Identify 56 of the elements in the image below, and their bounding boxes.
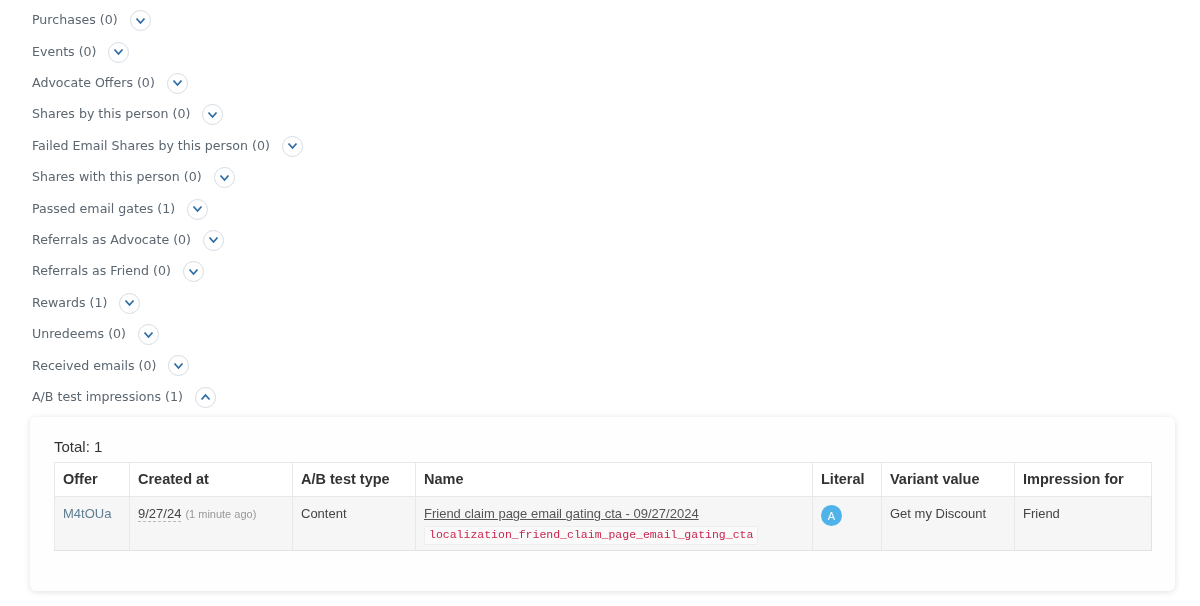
expand-toggle[interactable]: [213, 167, 235, 189]
created-date: 9/27/24: [138, 506, 182, 523]
expand-toggle[interactable]: [129, 10, 151, 32]
chevron-down-icon: [171, 79, 183, 88]
chevron-down-icon: [286, 142, 298, 151]
chevron-down-icon: [113, 48, 125, 57]
expand-toggle[interactable]: [202, 104, 224, 126]
section-label: Passed email gates (1): [32, 199, 176, 218]
chevron-down-icon: [173, 362, 185, 370]
literal-badge: A: [821, 505, 842, 527]
chevron-down-icon: [218, 173, 230, 182]
section-label: Referrals as Advocate (0): [32, 231, 192, 249]
table-cell: Get my Discount: [881, 496, 1015, 551]
section-label: Received emails (0): [32, 356, 157, 375]
chevron-down-icon: [143, 330, 154, 339]
chevron-down-icon: [207, 110, 219, 119]
column-header: A/B test type: [292, 462, 416, 497]
relative-time: (1 minute ago): [185, 508, 257, 521]
section-label: Shares by this person (0): [32, 105, 191, 124]
section-label: Rewards (1): [32, 293, 108, 312]
expand-toggle[interactable]: [119, 292, 141, 314]
section-label: Shares with this person (0): [32, 168, 202, 187]
column-header: Variant value: [881, 462, 1015, 497]
chevron-down-icon: [134, 16, 146, 25]
table-cell: Friend: [1014, 496, 1152, 551]
section-label: Failed Email Shares by this person (0): [32, 136, 270, 155]
table-cell: Content: [292, 496, 416, 551]
section-label: Unredeems (0): [32, 325, 126, 344]
expand-toggle[interactable]: [281, 135, 303, 157]
chevron-down-icon: [187, 267, 199, 276]
column-header: Impression for: [1014, 462, 1152, 497]
expand-toggle[interactable]: [168, 355, 190, 377]
expand-toggle[interactable]: [203, 229, 225, 251]
offer-link[interactable]: M4tOUa: [63, 506, 112, 522]
expand-toggle[interactable]: [187, 198, 209, 220]
chevron-down-icon: [124, 299, 136, 308]
localization-key: localization_friend_claim_page_email_gating_cta: [424, 525, 759, 545]
section-label: A/B test impressions (1): [32, 387, 183, 406]
expand-toggle[interactable]: [182, 261, 204, 283]
column-header: Offer: [54, 462, 130, 497]
column-header: Created at: [129, 462, 293, 497]
expand-toggle[interactable]: [166, 72, 188, 94]
chevron-up-icon: [199, 393, 211, 402]
section-label: Advocate Offers (0): [32, 74, 155, 93]
column-header: Name: [415, 462, 813, 497]
expand-toggle[interactable]: [108, 41, 130, 63]
section-label: Events (0): [32, 42, 97, 61]
section-label: Purchases (0): [32, 11, 118, 30]
total-count: Total: 1: [54, 437, 103, 458]
expand-toggle[interactable]: [138, 324, 159, 346]
chevron-down-icon: [192, 205, 204, 214]
collapse-toggle[interactable]: [194, 386, 216, 408]
chevron-down-icon: [208, 236, 220, 245]
section-label: Referrals as Friend (0): [32, 262, 171, 281]
name-link[interactable]: Friend claim page email gating cta - 09/27/2024: [424, 506, 699, 522]
column-header: Literal: [812, 462, 882, 497]
